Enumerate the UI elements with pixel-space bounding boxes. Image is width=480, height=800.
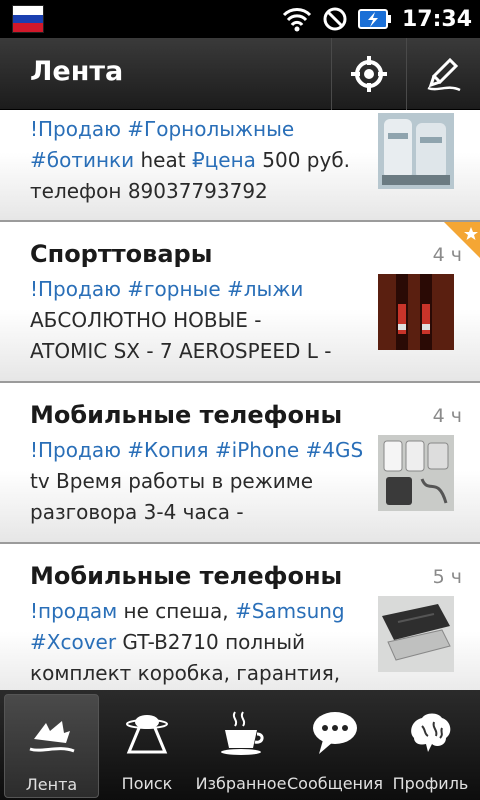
hashtag-link[interactable]: !Продаю bbox=[30, 438, 127, 462]
battery-charging-icon bbox=[357, 9, 391, 29]
feed-list[interactable]: !Продаю #Горнолыжные #ботинки heat ₽цена … bbox=[0, 110, 480, 690]
feed-text-segment: телефон 89037793792 bbox=[30, 179, 268, 203]
feed-item-text: !продам не спеша, #Samsung #Xcover GT-B27… bbox=[30, 596, 370, 689]
feed-text-line: !продам не спеша, #Samsung bbox=[30, 596, 370, 627]
feed-text-line: !Продаю #Копия #iPhone #4GS bbox=[30, 435, 370, 466]
feed-text-line: телефон 89037793792 bbox=[30, 176, 370, 207]
feed-text-segment: heat bbox=[134, 148, 192, 172]
speech-bubble-icon bbox=[313, 712, 357, 754]
favorite-star-icon bbox=[444, 222, 480, 258]
compose-button[interactable] bbox=[406, 38, 480, 110]
bottom-tab-bar: Лента Поиск Избранное Сообщения Профиль bbox=[0, 690, 480, 800]
tab-search[interactable]: Поиск bbox=[99, 690, 195, 800]
feed-item-category: Спорттовары bbox=[30, 240, 213, 268]
hashtag-link[interactable]: #Xcover bbox=[30, 630, 116, 654]
feed-item[interactable]: Мобильные телефоны 4 ч !Продаю #Копия #i… bbox=[0, 383, 480, 544]
feed-item-text: !Продаю #Горнолыжные #ботинки heat ₽цена … bbox=[30, 114, 370, 207]
feed-text-line: !Продаю #Горнолыжные bbox=[30, 114, 370, 145]
action-bar: Лента bbox=[0, 38, 480, 110]
tab-label: Профиль bbox=[392, 774, 469, 793]
feed-text-segment: комплект коробка, гарантия, bbox=[30, 661, 341, 685]
hashtag-link[interactable]: #ботинки bbox=[30, 148, 134, 172]
feed-text-segment: 500 руб. bbox=[255, 148, 351, 172]
feed-text-segment: ATOMIC SX - 7 AEROSPEED L - bbox=[30, 339, 332, 363]
feed-text-line: !Продаю #горные #лыжи bbox=[30, 274, 370, 305]
feed-item-category: Мобильные телефоны bbox=[30, 401, 343, 429]
ski-boots-photo bbox=[378, 113, 454, 189]
tab-messages[interactable]: Сообщения bbox=[287, 690, 383, 800]
page-title: Лента bbox=[30, 56, 124, 87]
tab-label: Поиск bbox=[121, 774, 173, 793]
hashtag-link[interactable]: #Копия bbox=[127, 438, 215, 462]
tab-favorites[interactable]: Избранное bbox=[193, 690, 289, 800]
hashtag-link[interactable]: #iPhone bbox=[215, 438, 306, 462]
feed-item-text: !Продаю #горные #лыжи АБСОЛЮТНО НОВЫЕ - AT… bbox=[30, 274, 370, 367]
feed-item[interactable]: Спорттовары 4 ч !Продаю #горные #лыжи АБС… bbox=[0, 222, 480, 383]
feed-text-line: разговора 3-4 часа - bbox=[30, 497, 370, 528]
wifi-icon bbox=[282, 8, 312, 32]
hashtag-link[interactable]: #Samsung bbox=[235, 599, 345, 623]
compose-icon bbox=[427, 57, 461, 92]
no-signal-icon bbox=[323, 7, 347, 31]
ufo-icon bbox=[126, 715, 168, 754]
hashtag-link[interactable]: ₽цена bbox=[192, 148, 256, 172]
tab-profile[interactable]: Профиль bbox=[381, 690, 480, 800]
tab-label: Избранное bbox=[195, 774, 287, 793]
tab-label: Лента bbox=[25, 775, 78, 794]
feed-text-segment: не спеша, bbox=[117, 599, 235, 623]
feed-text-segment: GT-B2710 полный bbox=[116, 630, 306, 654]
feed-text-segment: разговора 3-4 часа - bbox=[30, 500, 244, 524]
feed-text-line: комплект коробка, гарантия, bbox=[30, 658, 370, 689]
clock-time: 17:34 bbox=[401, 6, 472, 32]
feed-item-age: 4 ч bbox=[432, 405, 462, 427]
hashtag-link[interactable]: #лыжи bbox=[227, 277, 303, 301]
samsung-phone-photo bbox=[378, 596, 454, 672]
feed-text-line: #ботинки heat ₽цена 500 руб. bbox=[30, 145, 370, 176]
tab-feed[interactable]: Лента bbox=[4, 694, 99, 798]
skis-photo bbox=[378, 274, 454, 350]
feed-text-segment: tv Время работы в режиме bbox=[30, 469, 314, 493]
feed-item-category: Мобильные телефоны bbox=[30, 562, 343, 590]
hashtag-link[interactable]: #горные bbox=[127, 277, 227, 301]
iphone-photo bbox=[378, 435, 454, 511]
feed-item[interactable]: !Продаю #Горнолыжные #ботинки heat ₽цена … bbox=[0, 110, 480, 222]
feed-text-segment: АБСОЛЮТНО НОВЫЕ - bbox=[30, 308, 262, 332]
feed-text-line: ATOMIC SX - 7 AEROSPEED L - bbox=[30, 336, 370, 367]
status-bar: 17:34 bbox=[0, 0, 480, 38]
locate-button[interactable] bbox=[331, 38, 405, 110]
coffee-cup-icon bbox=[221, 711, 264, 755]
feed-text-line: АБСОЛЮТНО НОВЫЕ - bbox=[30, 305, 370, 336]
feed-text-line: tv Время работы в режиме bbox=[30, 466, 370, 497]
feed-text-line: #Xcover GT-B2710 полный bbox=[30, 627, 370, 658]
feed-item-age: 5 ч bbox=[432, 566, 462, 588]
hashtag-link[interactable]: !Продаю bbox=[30, 277, 127, 301]
tab-label: Сообщения bbox=[287, 774, 384, 793]
hashtag-link[interactable]: !продам bbox=[30, 599, 117, 623]
locate-icon bbox=[350, 56, 387, 92]
brain-icon bbox=[411, 713, 451, 752]
feed-boat-icon bbox=[29, 721, 75, 753]
hashtag-link[interactable]: !Продаю bbox=[30, 117, 127, 141]
feed-item[interactable]: Мобильные телефоны 5 ч !продам не спеша,… bbox=[0, 544, 480, 690]
feed-item-text: !Продаю #Копия #iPhone #4GS tv Время рабо… bbox=[30, 435, 370, 528]
hashtag-link[interactable]: #Горнолыжные bbox=[127, 117, 294, 141]
hashtag-link[interactable]: #4GS bbox=[306, 438, 364, 462]
russia-flag-icon bbox=[12, 5, 44, 33]
